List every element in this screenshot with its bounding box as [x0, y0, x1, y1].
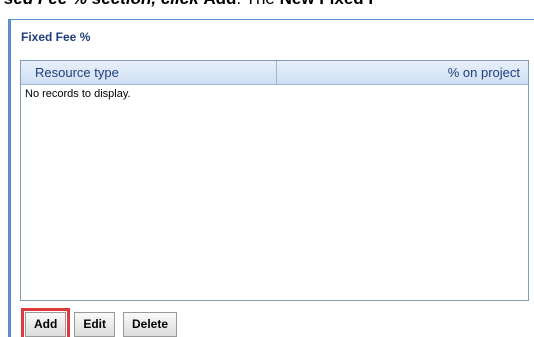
panel-title: Fixed Fee %: [21, 30, 91, 44]
page: sed Fee % section, click Add. The New Fi…: [0, 0, 534, 337]
fixed-fee-panel: Fixed Fee % Resource type % on project N…: [8, 19, 534, 337]
instruction-part-2: Add: [203, 0, 236, 8]
delete-button[interactable]: Delete: [123, 312, 178, 337]
instruction-part-4: New Fixed F: [280, 0, 379, 8]
button-bar: Add Edit Delete: [20, 308, 178, 337]
empty-records-message: No records to display.: [25, 88, 131, 100]
column-header-percent-on-project[interactable]: % on project: [277, 61, 528, 84]
edit-button[interactable]: Edit: [74, 312, 115, 337]
column-header-resource-type[interactable]: Resource type: [21, 61, 277, 84]
grid-header: Resource type % on project: [21, 61, 528, 85]
fixed-fee-grid: Resource type % on project No records to…: [20, 60, 529, 301]
instruction-part-1: sed Fee % section, click: [4, 0, 203, 8]
instruction-text: sed Fee % section, click Add. The New Fi…: [0, 0, 534, 10]
instruction-part-3: . The: [236, 0, 279, 8]
add-button[interactable]: Add: [20, 308, 71, 337]
